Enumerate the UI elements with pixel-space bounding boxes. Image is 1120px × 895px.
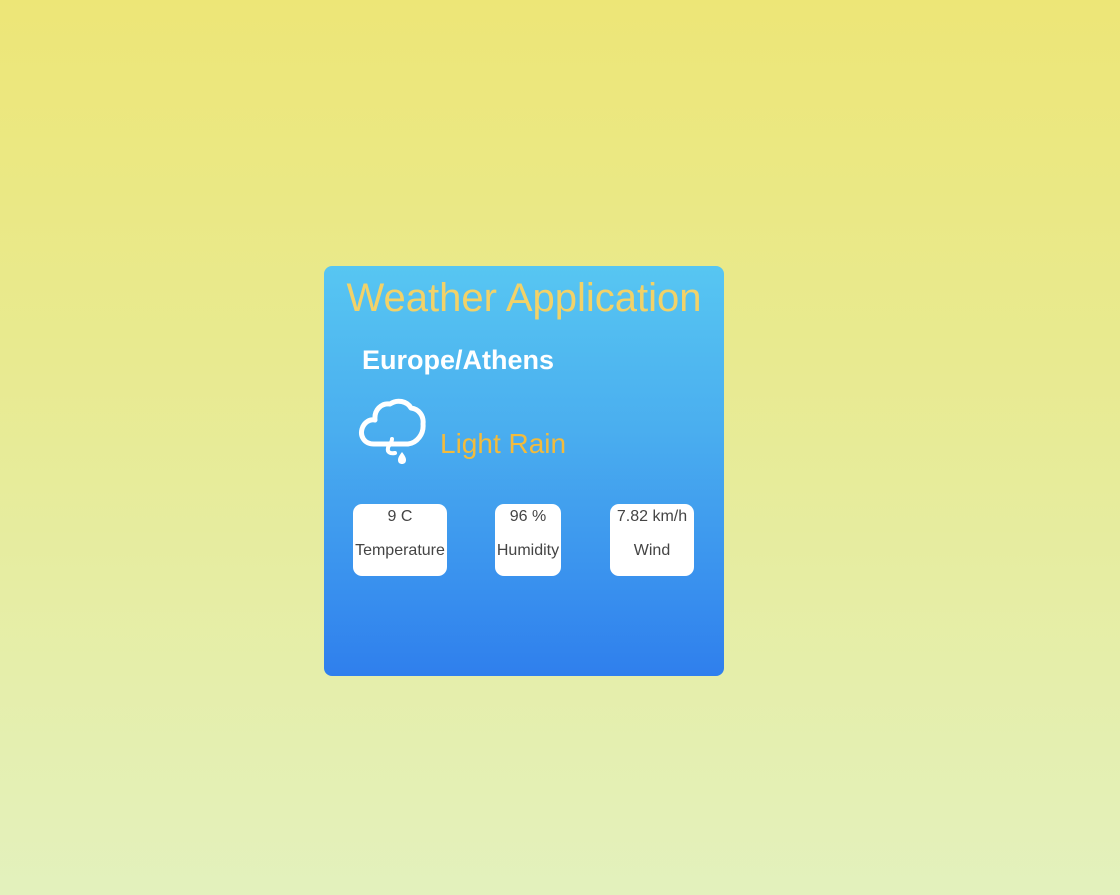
wind-card: 7.82 km/h Wind: [610, 504, 694, 576]
humidity-label: Humidity: [496, 542, 560, 559]
temperature-card: 9 C Temperature: [353, 504, 447, 576]
temperature-value: 9 C: [387, 508, 413, 525]
humidity-value: 96 %: [509, 508, 547, 525]
humidity-card: 96 % Humidity: [495, 504, 561, 576]
app-title: Weather Application: [346, 276, 702, 320]
wind-label: Wind: [633, 542, 671, 559]
weather-condition: Light Rain: [440, 428, 567, 459]
location-name: Europe/Athens: [362, 345, 555, 375]
cloud-rain-icon: [359, 398, 426, 464]
weather-card: Weather Application Europe/Athens Light …: [324, 266, 724, 676]
wind-value: 7.82 km/h: [616, 508, 688, 525]
temperature-label: Temperature: [355, 542, 445, 559]
